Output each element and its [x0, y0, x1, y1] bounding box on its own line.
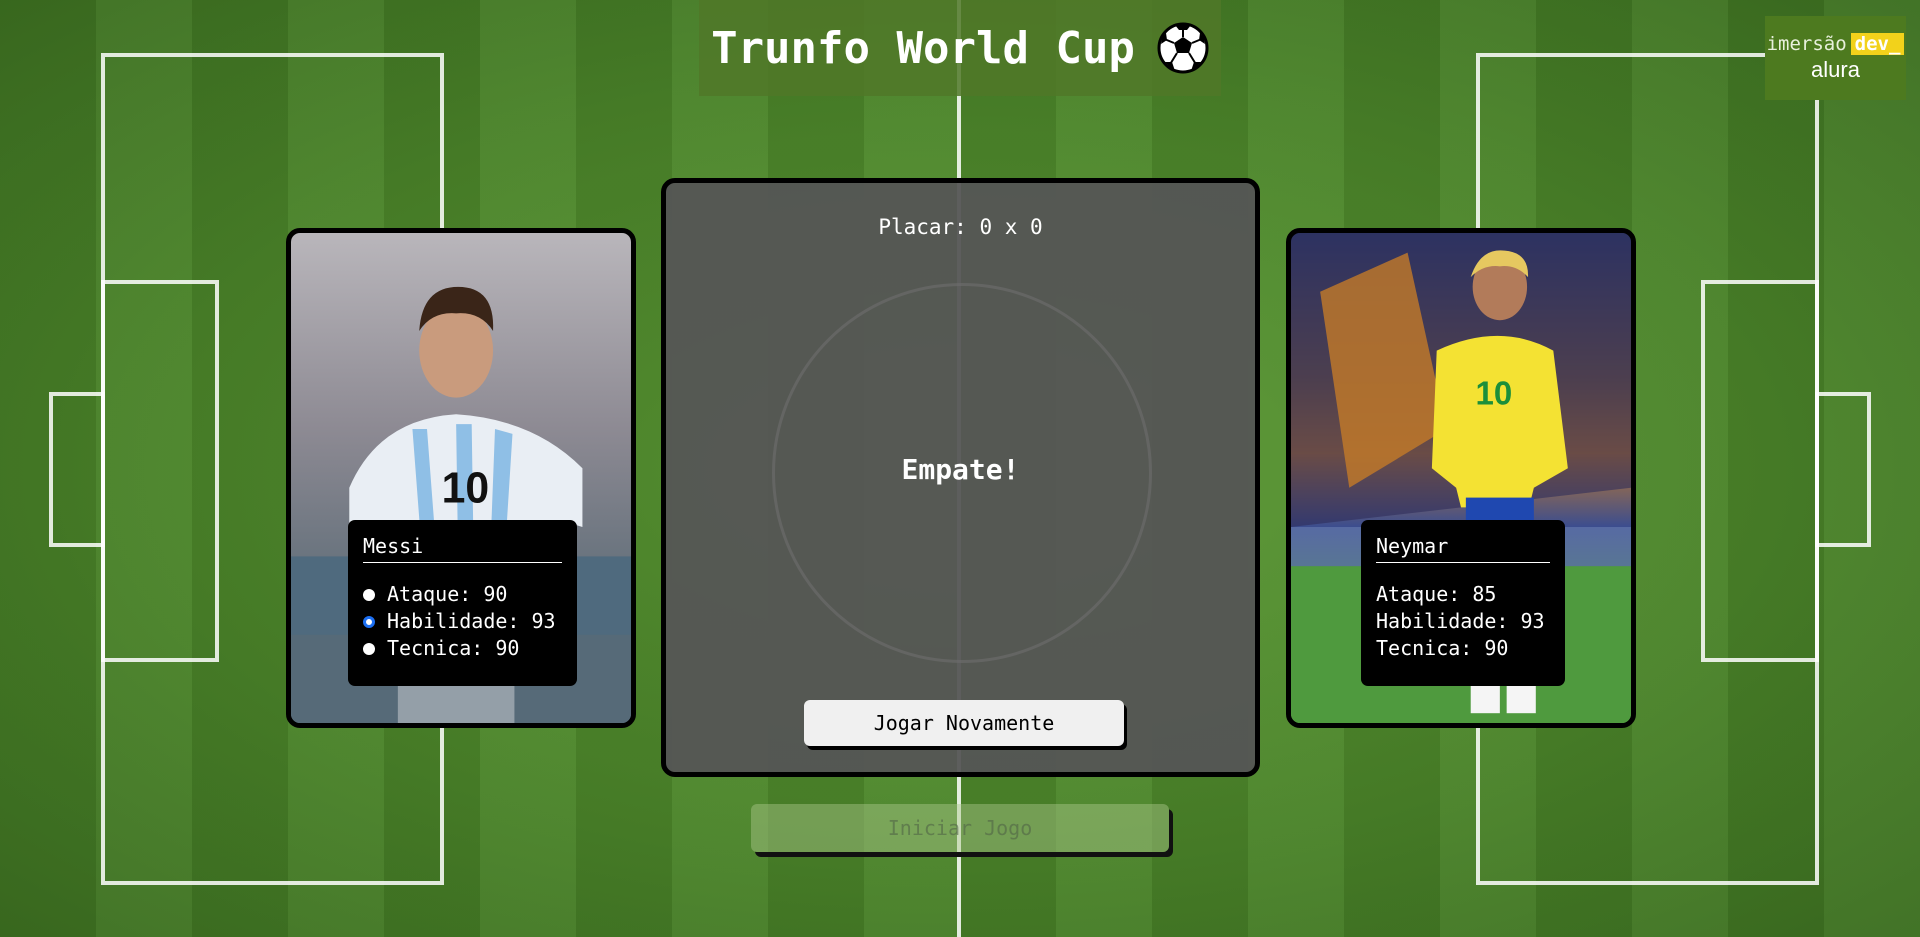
player-stat-technique[interactable]: Tecnica: 90	[363, 635, 562, 662]
machine-attack-label: Ataque: 85	[1376, 582, 1497, 606]
game-board: Placar: 0 x 0 Empate! Jogar Novamente	[661, 178, 1260, 777]
attack-label: Ataque: 90	[387, 582, 508, 606]
skill-radio[interactable]	[363, 615, 375, 628]
machine-technique-label: Tecnica: 90	[1376, 636, 1509, 660]
machine-name: Neymar	[1376, 534, 1550, 563]
player-stats-panel: Messi Ataque: 90 Habilidade: 93 Tecnica:…	[348, 520, 577, 686]
soccer-ball-icon	[1157, 22, 1209, 74]
machine-stat-technique: Tecnica: 90	[1376, 635, 1550, 662]
attack-radio[interactable]	[363, 588, 375, 601]
header: Trunfo World Cup	[699, 0, 1221, 96]
player-card: 10 Messi Ataque: 90 Habilidade: 93 Tecni…	[286, 228, 636, 728]
field-right-goal-area	[1701, 280, 1819, 662]
logo-prefix: imersão	[1766, 33, 1847, 55]
machine-stat-skill: Habilidade: 93	[1376, 608, 1550, 635]
field-left-goal	[49, 392, 105, 547]
machine-card: 10 Neymar Ataque: 85 Habilidade: 93 Tecn…	[1286, 228, 1636, 728]
technique-radio[interactable]	[363, 642, 375, 655]
start-game-button[interactable]: Iniciar Jogo	[751, 804, 1169, 852]
technique-label: Tecnica: 90	[387, 636, 520, 660]
logo-brand: alura	[1811, 57, 1860, 82]
logo-badge: dev_	[1850, 33, 1905, 55]
player-stat-skill[interactable]: Habilidade: 93	[363, 608, 562, 635]
play-again-button[interactable]: Jogar Novamente	[804, 700, 1124, 746]
machine-stat-attack: Ataque: 85	[1376, 581, 1550, 608]
field-right-goal	[1815, 392, 1871, 547]
player-stat-attack[interactable]: Ataque: 90	[363, 581, 562, 608]
score-label: Placar: 0 x 0	[878, 215, 1043, 239]
field-left-goal-area	[101, 280, 219, 662]
svg-text:10: 10	[442, 464, 490, 512]
brand-logo: imersão dev_ alura	[1765, 16, 1906, 100]
skill-label: Habilidade: 93	[387, 609, 556, 633]
result-label: Empate!	[901, 453, 1020, 486]
machine-skill-label: Habilidade: 93	[1376, 609, 1545, 633]
svg-text:10: 10	[1476, 375, 1513, 412]
player-name: Messi	[363, 534, 562, 563]
machine-stats-panel: Neymar Ataque: 85 Habilidade: 93 Tecnica…	[1361, 520, 1565, 686]
page-title: Trunfo World Cup	[711, 22, 1135, 74]
